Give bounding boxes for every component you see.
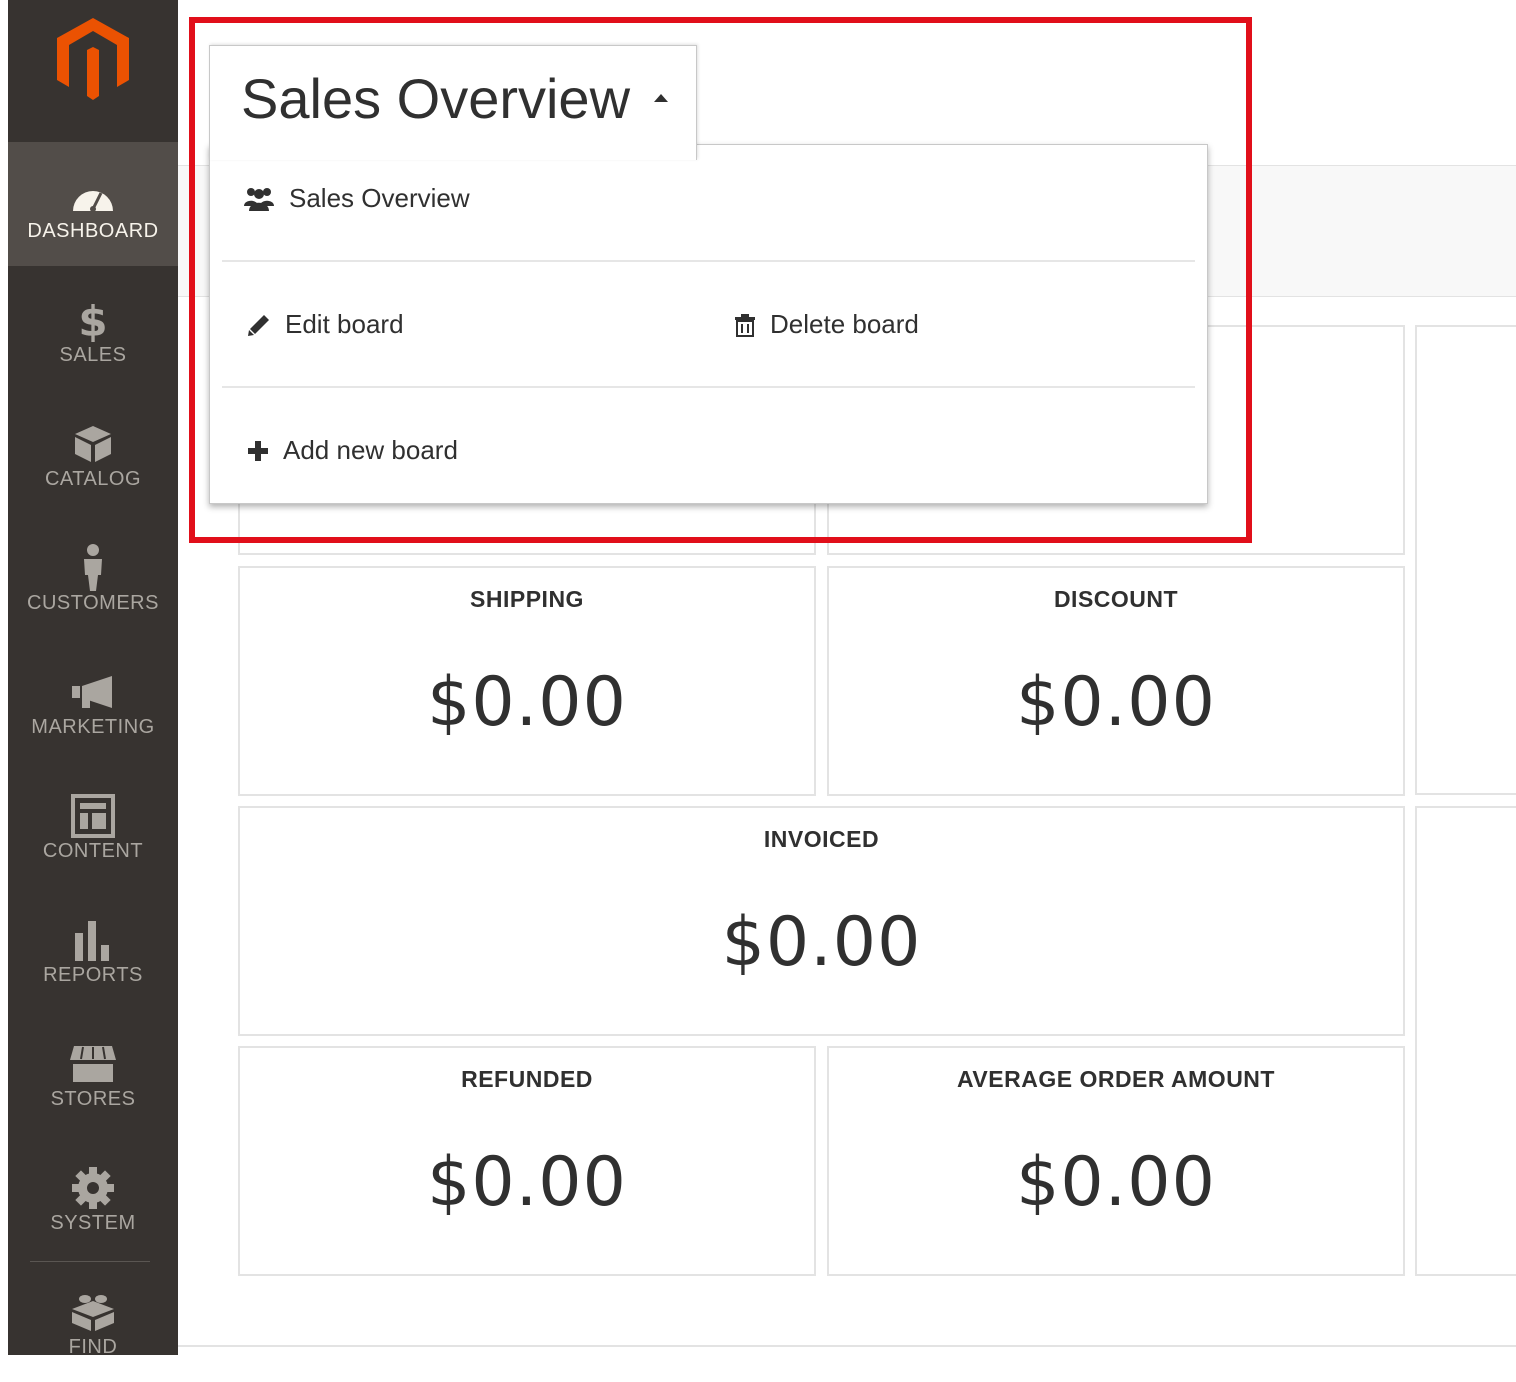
caret-up-icon: [654, 94, 668, 102]
nav-sales[interactable]: $ SALES: [8, 266, 178, 390]
box-icon: [8, 422, 178, 466]
tile-shipping: SHIPPING $0.00: [238, 566, 816, 796]
magento-logo-icon: [57, 18, 129, 100]
magento-logo[interactable]: [8, 0, 178, 142]
tile-discount: DISCOUNT $0.00: [827, 566, 1405, 796]
nav-label: SALES: [59, 344, 127, 366]
tile-right-edge-1: [1415, 325, 1516, 795]
nav-label: CONTENT: [42, 840, 144, 862]
menu-item-label: Edit board: [285, 309, 404, 339]
tile-title: INVOICED: [763, 826, 880, 852]
board-dropdown-menu: Sales Overview Edit board Delete board A…: [209, 144, 1208, 504]
megaphone-icon: [8, 670, 178, 714]
delete-board-button[interactable]: Delete board: [734, 309, 919, 340]
lego-block-icon: [8, 1290, 178, 1334]
nav-dashboard[interactable]: DASHBOARD: [8, 142, 178, 266]
tile-title: DISCOUNT: [1053, 586, 1179, 612]
storefront-icon: [8, 1042, 178, 1086]
menu-divider: [222, 386, 1195, 388]
tile-title: AVERAGE ORDER AMOUNT: [957, 1066, 1275, 1092]
tile-value: $0.00: [427, 663, 627, 742]
person-icon: [8, 544, 178, 591]
nav-label: FIND: [68, 1336, 118, 1358]
tile-right-edge-2: [1415, 806, 1516, 1276]
layout-icon: [8, 794, 178, 838]
users-icon: [244, 187, 274, 211]
tile-value: $0.00: [1016, 663, 1216, 742]
nav-label: SYSTEM: [50, 1212, 136, 1234]
nav-customers[interactable]: CUSTOMERS: [8, 514, 178, 638]
nav-label: REPORTS: [43, 964, 143, 986]
add-new-board-button[interactable]: Add new board: [247, 435, 458, 466]
nav-label: CUSTOMERS: [27, 592, 159, 614]
menu-item-label: Sales Overview: [289, 183, 470, 213]
menu-item-sales-overview[interactable]: Sales Overview: [243, 183, 470, 214]
dashboard-icon: [8, 174, 178, 218]
nav-content[interactable]: CONTENT: [8, 762, 178, 886]
tile-title: REFUNDED: [461, 1066, 593, 1092]
menu-divider: [222, 260, 1195, 262]
trash-icon: [735, 313, 755, 337]
tile-value: $0.00: [1016, 1143, 1216, 1222]
nav-label: CATALOG: [44, 468, 142, 490]
bar-chart-icon: [8, 918, 178, 962]
svg-text:$: $: [78, 298, 107, 342]
nav-system[interactable]: SYSTEM: [8, 1134, 178, 1258]
tile-value: $0.00: [427, 1143, 627, 1222]
nav-stores[interactable]: STORES: [8, 1010, 178, 1134]
tile-invoiced: INVOICED $0.00: [238, 806, 1405, 1036]
pencil-icon: [248, 314, 269, 336]
tile-title: SHIPPING: [470, 586, 584, 612]
nav-label: DASHBOARD: [27, 220, 159, 242]
nav-find-partners[interactable]: FIND: [8, 1258, 178, 1382]
plus-icon: [248, 440, 268, 461]
nav-catalog[interactable]: CATALOG: [8, 390, 178, 514]
edit-board-button[interactable]: Edit board: [247, 309, 404, 340]
admin-sidebar: DASHBOARD $ SALES CATALOG CUSTOMERS MARK…: [8, 0, 178, 1358]
nav-marketing[interactable]: MARKETING: [8, 638, 178, 762]
content-bottom-border: [178, 1345, 1516, 1347]
gear-icon: [8, 1166, 178, 1210]
nav-label: STORES: [50, 1088, 136, 1110]
tile-average-order: AVERAGE ORDER AMOUNT $0.00: [827, 1046, 1405, 1276]
tile-refunded: REFUNDED $0.00: [238, 1046, 816, 1276]
board-selector-toggle[interactable]: Sales Overview: [209, 45, 697, 160]
board-selector-title: Sales Overview: [241, 67, 631, 130]
dollar-icon: $: [8, 298, 178, 342]
menu-item-label: Delete board: [770, 309, 919, 339]
tile-value: $0.00: [721, 903, 922, 982]
nav-reports[interactable]: REPORTS: [8, 886, 178, 1010]
menu-item-label: Add new board: [283, 435, 458, 465]
nav-label: MARKETING: [31, 716, 155, 738]
